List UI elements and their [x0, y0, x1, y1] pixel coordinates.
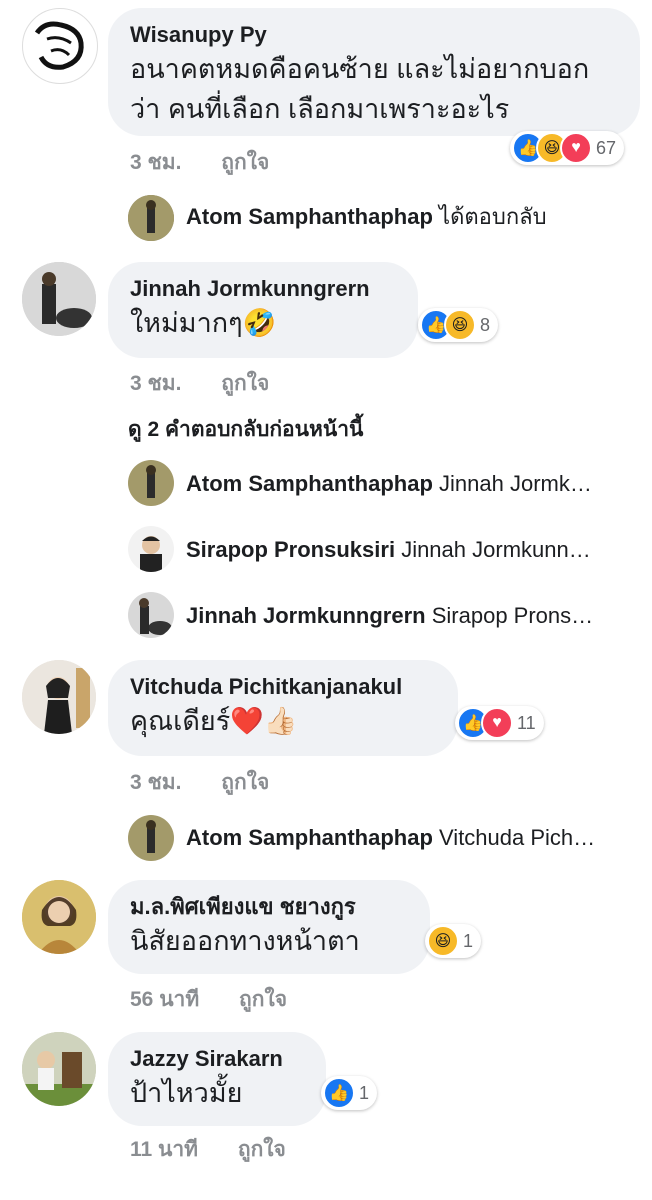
reaction-count: 1 — [463, 930, 474, 951]
comment-bubble: Vitchuda Pichitkanjanakul คุณเดียร์❤️👍🏻 — [108, 660, 458, 756]
comment-meta: 3 ชม. ถูกใจ — [130, 146, 269, 179]
reply-preview[interactable]: Atom Samphanthaphap Vitchuda Pich… — [186, 823, 595, 853]
like-icon: 👍 — [323, 1077, 355, 1109]
avatar[interactable] — [128, 592, 174, 638]
comment-time[interactable]: 11 นาที — [130, 1133, 198, 1166]
reaction-summary[interactable]: 👍 ♥ 11 — [455, 706, 544, 740]
love-icon: ♥ — [560, 132, 592, 164]
avatar[interactable] — [22, 660, 96, 734]
comment-bubble: Jazzy Sirakarn ป้าไหวมั้ย — [108, 1032, 326, 1126]
comment-meta: 3 ชม. ถูกใจ — [130, 367, 269, 400]
comment-author[interactable]: Wisanupy Py — [130, 21, 618, 49]
reaction-count: 11 — [517, 712, 536, 733]
avatar[interactable] — [22, 880, 96, 954]
comment-author[interactable]: Jazzy Sirakarn — [130, 1045, 304, 1073]
haha-icon: 😆 — [427, 925, 459, 957]
comment-author[interactable]: Jinnah Jormkunngrern — [130, 275, 396, 303]
avatar[interactable] — [128, 460, 174, 506]
reaction-count: 1 — [359, 1082, 370, 1103]
reply-text: Sirapop Prons… — [431, 603, 594, 628]
like-button[interactable]: ถูกใจ — [221, 146, 269, 179]
comment-text-line: อนาคตหมดคือคนซ้าย และไม่อยากบอก — [130, 54, 590, 84]
avatar[interactable] — [128, 195, 174, 241]
reaction-summary[interactable]: 👍 😆 8 — [418, 308, 499, 342]
avatar[interactable] — [22, 1032, 96, 1106]
comment-bubble: ม.ล.พิศเพียงแข ชยางกูร นิสัยออกทางหน้าตา — [108, 880, 430, 974]
like-button[interactable]: ถูกใจ — [221, 367, 269, 400]
reply-preview[interactable]: Sirapop Pronsuksiri Jinnah Jormkunn… — [186, 535, 591, 565]
reply-text: Jinnah Jormkunn… — [401, 537, 591, 562]
avatar[interactable] — [22, 8, 98, 84]
reply-preview[interactable]: Atom Samphanthaphap ได้ตอบกลับ — [186, 202, 547, 232]
comment-time[interactable]: 3 ชม. — [130, 146, 181, 179]
like-button[interactable]: ถูกใจ — [238, 1133, 286, 1166]
comment-author[interactable]: ม.ล.พิศเพียงแข ชยางกูร — [130, 893, 408, 921]
reaction-summary[interactable]: 😆 1 — [425, 924, 482, 958]
comment-meta: 11 นาที ถูกใจ — [130, 1133, 286, 1166]
reply-text: Jinnah Jormk… — [439, 471, 592, 496]
comment-text-line: ว่า คนที่เลือก เลือกมาเพราะอะไร — [130, 94, 510, 124]
reply-text: ได้ตอบกลับ — [439, 204, 547, 229]
comment-text: ใหม่มากๆ🤣 — [130, 308, 277, 338]
comment-author[interactable]: Vitchuda Pichitkanjanakul — [130, 673, 436, 701]
reply-preview[interactable]: Atom Samphanthaphap Jinnah Jormk… — [186, 469, 592, 499]
reaction-summary[interactable]: 👍 1 — [321, 1076, 378, 1110]
comment-text: ป้าไหวมั้ย — [130, 1078, 243, 1108]
reaction-count: 8 — [480, 314, 491, 335]
avatar[interactable] — [22, 262, 96, 336]
reply-preview[interactable]: Jinnah Jormkunngrern Sirapop Prons… — [186, 601, 593, 631]
comment-meta: 3 ชม. ถูกใจ — [130, 766, 269, 799]
comment-time[interactable]: 3 ชม. — [130, 766, 181, 799]
like-button[interactable]: ถูกใจ — [239, 983, 287, 1016]
comment-text: คุณเดียร์❤️👍🏻 — [130, 706, 298, 736]
reply-author: Atom Samphanthaphap — [186, 471, 433, 496]
comment-time[interactable]: 56 นาที — [130, 983, 199, 1016]
like-button[interactable]: ถูกใจ — [221, 766, 269, 799]
comment-time[interactable]: 3 ชม. — [130, 367, 181, 400]
reply-author: Atom Samphanthaphap — [186, 204, 433, 229]
avatar[interactable] — [128, 815, 174, 861]
avatar[interactable] — [128, 526, 174, 572]
comment-bubble: Wisanupy Py อนาคตหมดคือคนซ้าย และไม่อยาก… — [108, 8, 640, 136]
reply-author: Atom Samphanthaphap — [186, 825, 433, 850]
view-previous-replies[interactable]: ดู 2 คำตอบกลับก่อนหน้านี้ — [128, 413, 363, 446]
reply-text: Vitchuda Pich… — [439, 825, 596, 850]
comment-text: นิสัยออกทางหน้าตา — [130, 926, 360, 956]
reply-author: Sirapop Pronsuksiri — [186, 537, 396, 562]
reaction-count: 67 — [596, 137, 617, 158]
love-icon: ♥ — [481, 707, 513, 739]
comment-meta: 56 นาที ถูกใจ — [130, 983, 287, 1016]
reaction-summary[interactable]: 👍 😆 ♥ 67 — [510, 131, 625, 165]
comment-bubble: Jinnah Jormkunngrern ใหม่มากๆ🤣 — [108, 262, 418, 358]
haha-icon: 😆 — [444, 309, 476, 341]
reply-author: Jinnah Jormkunngrern — [186, 603, 426, 628]
